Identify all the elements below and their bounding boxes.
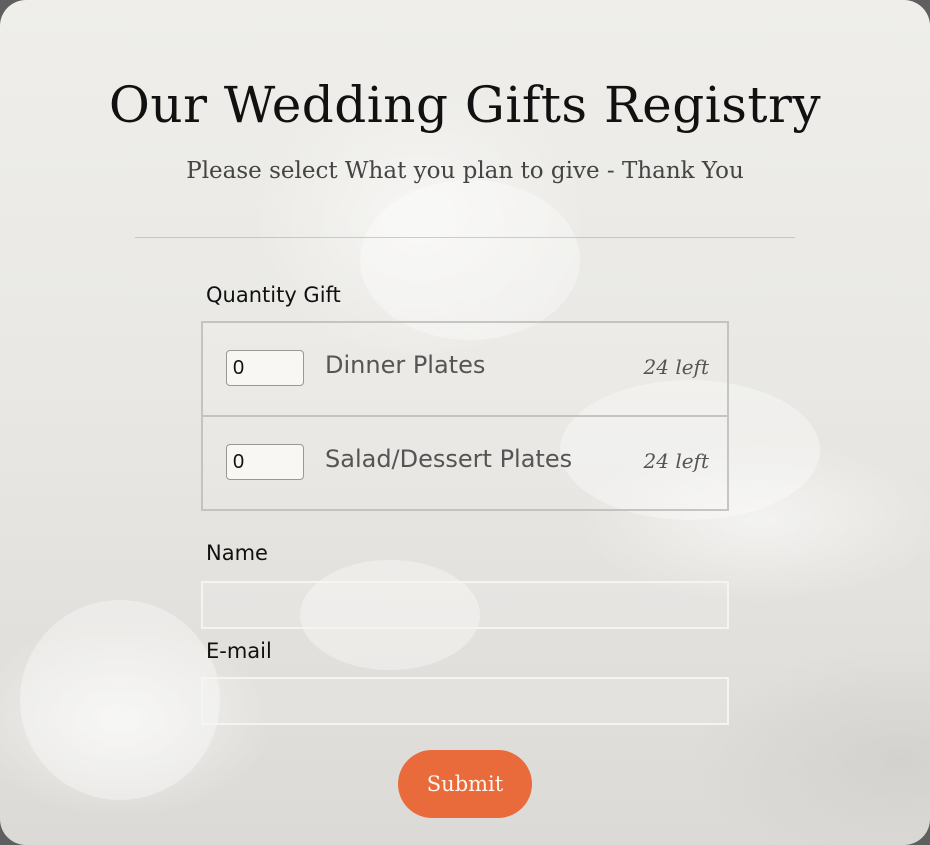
gift-list: Dinner Plates 24 left Salad/Dessert Plat… [201, 321, 729, 511]
name-input[interactable] [201, 581, 729, 629]
quantity-gift-label: Quantity Gift [206, 283, 341, 307]
dinner-plates-quantity-input[interactable] [226, 350, 304, 386]
registry-form-card: Our Wedding Gifts Registry Please select… [0, 0, 930, 845]
gift-name: Dinner Plates [325, 351, 486, 379]
lace-decoration [20, 600, 220, 800]
name-label: Name [206, 541, 268, 565]
gift-row-salad-dessert-plates: Salad/Dessert Plates 24 left [203, 417, 727, 511]
page-subtitle: Please select What you plan to give - Th… [186, 158, 744, 184]
email-label: E-mail [206, 639, 272, 663]
gift-remaining: 24 left [643, 449, 709, 473]
submit-button[interactable]: Submit [398, 750, 532, 818]
gift-row-dinner-plates: Dinner Plates 24 left [203, 323, 727, 417]
gift-remaining: 24 left [643, 355, 709, 379]
email-input[interactable] [201, 677, 729, 725]
gift-name: Salad/Dessert Plates [325, 445, 573, 473]
lace-decoration [360, 180, 580, 340]
divider [135, 237, 795, 238]
salad-dessert-plates-quantity-input[interactable] [226, 444, 304, 480]
page-title: Our Wedding Gifts Registry [108, 76, 822, 134]
